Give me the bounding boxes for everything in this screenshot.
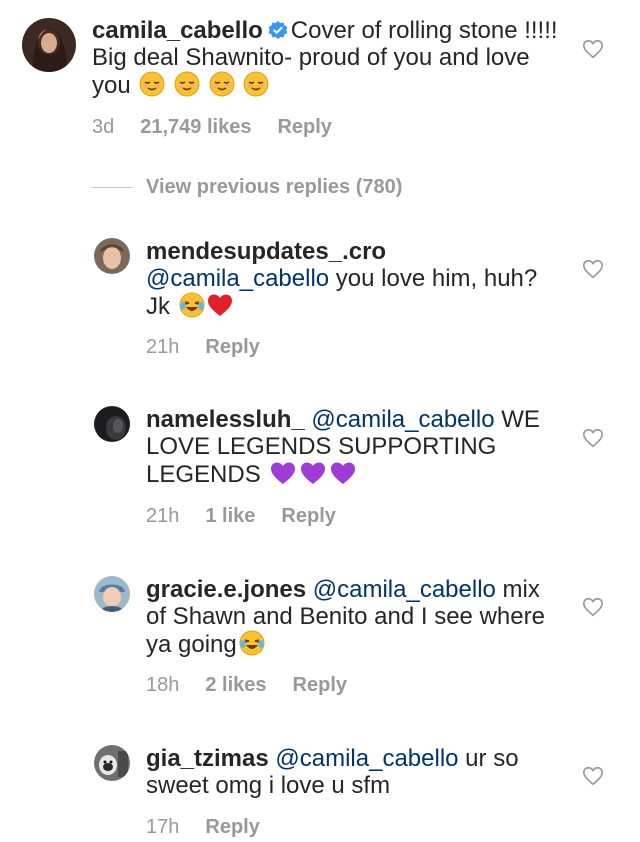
relieved-face-emoji [243, 71, 269, 97]
mention-link[interactable]: @camila_cabello [146, 265, 329, 292]
comment-meta: 21h 1 like Reply [146, 505, 362, 528]
like-count[interactable]: 2 likes [205, 674, 266, 696]
relieved-face-emoji [209, 71, 235, 97]
heart-icon[interactable] [582, 596, 604, 618]
reply-button[interactable]: Reply [281, 505, 335, 527]
username[interactable]: gracie.e.jones [146, 576, 306, 603]
username[interactable]: gia_tzimas [146, 745, 269, 772]
comment-body: gracie.e.jones @camila_cabello mix of Sh… [146, 576, 566, 658]
comment-body: gia_tzimas @camila_cabello ur so sweet o… [146, 745, 566, 799]
avatar[interactable] [94, 745, 130, 781]
heart-icon[interactable] [582, 38, 604, 60]
heart-icon[interactable] [582, 427, 604, 449]
timestamp: 3d [92, 116, 115, 138]
username[interactable]: namelessluh_ [146, 406, 305, 433]
comment-body: mendesupdates_.cro @camila_cabello you l… [146, 238, 566, 320]
comment-body: camila_cabello Cover of rolling stone !!!… [92, 17, 562, 99]
comment-body: namelessluh_ @camila_cabello WE LOVE LEG… [146, 406, 566, 488]
mention-link[interactable]: @camila_cabello [313, 576, 496, 603]
view-replies-label[interactable]: View previous replies (780) [146, 176, 402, 198]
comment-meta: 18h 2 likes Reply [146, 674, 373, 697]
reply-button[interactable]: Reply [293, 674, 347, 696]
relieved-face-emoji-group [137, 71, 269, 99]
username[interactable]: camila_cabello [92, 17, 263, 44]
comment-meta: 21h Reply [146, 336, 286, 359]
heart-icon[interactable] [582, 258, 604, 280]
timestamp: 21h [146, 336, 180, 358]
purple-heart-emoji [271, 462, 296, 484]
username[interactable]: mendesupdates_.cro [146, 238, 386, 265]
timestamp: 17h [146, 816, 180, 838]
comment-meta: 17h Reply [146, 816, 286, 839]
reply-button[interactable]: Reply [205, 336, 259, 358]
like-count[interactable]: 21,749 likes [140, 116, 251, 138]
view-previous-replies[interactable]: View previous replies (780) [92, 176, 402, 200]
avatar[interactable] [94, 576, 130, 612]
purple-heart-emoji [301, 462, 326, 484]
comment-meta: 3d 21,749 likes Reply [92, 116, 358, 139]
avatar[interactable] [94, 406, 130, 442]
laughing-tears-emoji [239, 630, 265, 656]
like-count[interactable]: 1 like [205, 505, 255, 527]
relieved-face-emoji [174, 71, 200, 97]
red-heart-emoji [207, 294, 232, 316]
laughing-tears-emoji [179, 292, 205, 318]
timestamp: 21h [146, 505, 180, 527]
purple-heart-emoji [331, 462, 356, 484]
relieved-face-emoji [139, 71, 165, 97]
mention-link[interactable]: @camila_cabello [275, 745, 458, 772]
avatar[interactable] [94, 238, 130, 274]
mention-link[interactable]: @camila_cabello [311, 406, 494, 433]
reply-button[interactable]: Reply [205, 816, 259, 838]
divider [92, 187, 132, 188]
timestamp: 18h [146, 674, 180, 696]
avatar[interactable] [22, 18, 76, 72]
reply-button[interactable]: Reply [277, 116, 331, 138]
verified-badge-icon [268, 20, 288, 40]
heart-icon[interactable] [582, 765, 604, 787]
